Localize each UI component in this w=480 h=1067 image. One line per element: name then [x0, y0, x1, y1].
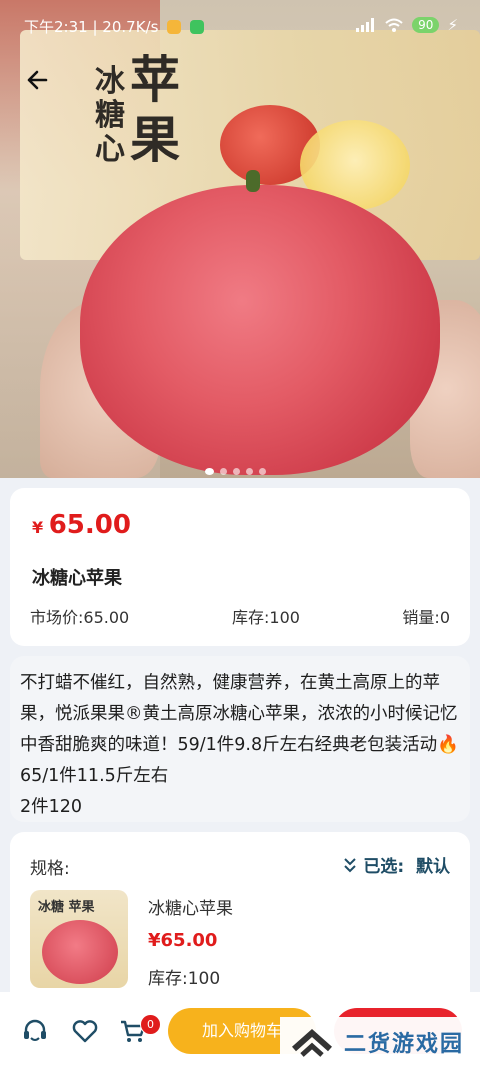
customer-service-icon[interactable]: [20, 1016, 50, 1046]
favorite-heart-icon[interactable]: [70, 1016, 100, 1046]
spec-item-stock: 库存:100: [148, 969, 221, 989]
wifi-icon: [385, 18, 403, 32]
currency-symbol: ¥: [32, 518, 44, 537]
cart-count-badge: 0: [140, 1014, 161, 1035]
network-speed: 20.7K/s: [102, 18, 159, 36]
battery-indicator: 90: [412, 17, 440, 33]
notification-app-icon: [167, 20, 182, 34]
charging-icon: ⚡: [447, 16, 458, 34]
box-text-big: 苹果: [130, 50, 180, 169]
spec-selector[interactable]: 已选: 默认: [343, 852, 450, 877]
carousel-dot: [246, 468, 253, 475]
status-right: 90 ⚡: [356, 16, 458, 34]
price-value: 65.00: [48, 510, 131, 540]
carousel-dot: [259, 468, 266, 475]
watermark: 二货游戏园: [280, 1017, 480, 1067]
product-description: 不打蜡不催红，自然熟，健康营养，在黄土高原上的苹果，悦派果果®黄土高原冰糖心苹果…: [20, 673, 459, 817]
thumb-box-text: 冰糖 苹果: [38, 900, 95, 915]
watermark-logo-icon: [292, 1028, 332, 1057]
status-time: 下午2:31: [24, 18, 88, 36]
product-price: ¥ 65.00: [32, 510, 131, 540]
double-chevron-down-icon: [344, 857, 357, 872]
product-name: 冰糖心苹果: [32, 568, 122, 589]
carousel-dot: [205, 468, 214, 475]
product-image-carousel[interactable]: 冰糖心 苹果: [0, 0, 480, 478]
box-text-left: 冰糖心: [95, 64, 125, 167]
carousel-indicator: [205, 468, 266, 475]
market-price: 市场价:65.00: [30, 608, 130, 627]
spec-label: 规格:: [30, 859, 70, 879]
spec-item-price: ¥65.00: [148, 930, 218, 951]
sales-count: 销量:0: [402, 608, 450, 627]
carousel-dot: [220, 468, 227, 475]
apple-stem: [246, 170, 260, 192]
price-card: ¥ 65.00 冰糖心苹果 市场价:65.00 库存:100 销量:0: [10, 488, 470, 646]
status-bar: 下午2:31 | 20.7K/s 90 ⚡: [0, 10, 480, 40]
notification-app-icon: [189, 20, 204, 34]
status-left: 下午2:31 | 20.7K/s: [24, 16, 204, 37]
main-apple-image: [80, 185, 440, 475]
stock-count: 库存:100: [232, 608, 300, 627]
carousel-dot: [233, 468, 240, 475]
thumb-apple-image: [42, 920, 118, 984]
spec-selected-text: 已选: 默认: [363, 857, 450, 877]
spec-thumbnail: 冰糖 苹果: [30, 890, 128, 988]
back-arrow-icon[interactable]: [20, 62, 56, 98]
description-card: 不打蜡不催红，自然熟，健康营养，在黄土高原上的苹果，悦派果果®黄土高原冰糖心苹果…: [10, 656, 470, 822]
signal-icon: [356, 18, 375, 32]
spec-item-name: 冰糖心苹果: [148, 899, 233, 919]
watermark-text: 二货游戏园: [344, 1032, 465, 1057]
